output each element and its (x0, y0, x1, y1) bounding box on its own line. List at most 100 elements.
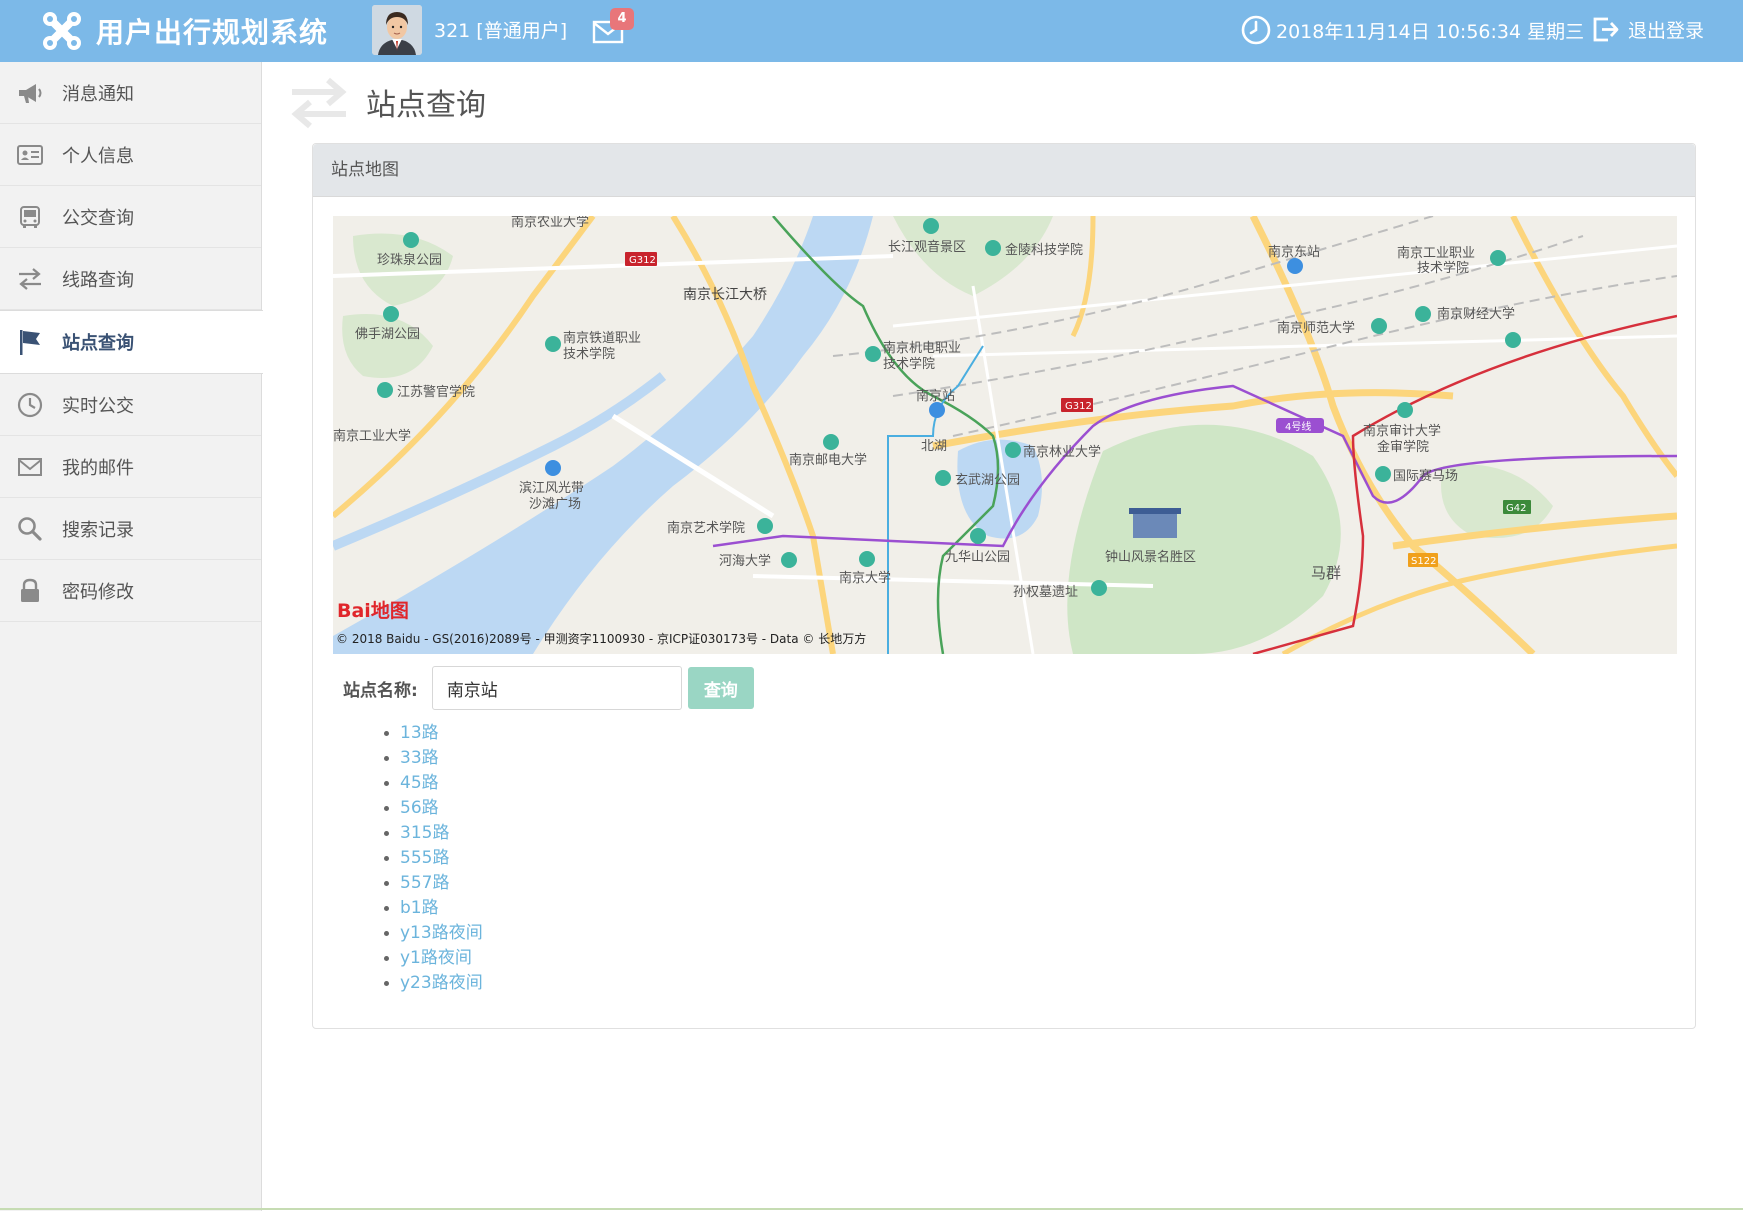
exchange-icon (291, 77, 347, 129)
clock-icon (1241, 15, 1271, 45)
sidebar-item-label: 个人信息 (62, 145, 134, 167)
brand[interactable]: 用户出行规划系统 (40, 8, 328, 54)
svg-text:金陵科技学院: 金陵科技学院 (1005, 242, 1083, 258)
svg-text:南京邮电大学: 南京邮电大学 (789, 452, 867, 468)
svg-text:南京艺术学院: 南京艺术学院 (667, 520, 745, 536)
svg-text:南京工业职业: 南京工业职业 (1397, 245, 1475, 261)
sidebar-item-my-mail[interactable]: 我的邮件 (0, 436, 261, 498)
station-name-label: 站点名称: (343, 680, 418, 701)
current-datetime: 2018年11月14日 10:56:34 星期三 (1276, 21, 1585, 43)
station-panel: 站点地图 南京农业大学 长江观音景区 金陵科技学院 南京东站 南京工业职业 技术… (312, 143, 1696, 1029)
svg-text:南京师范大学: 南京师范大学 (1277, 320, 1355, 336)
logout-icon (1593, 17, 1619, 42)
svg-text:珍珠泉公园: 珍珠泉公园 (377, 252, 442, 268)
route-link[interactable]: 56路 (384, 796, 483, 821)
top-header: 用户出行规划系统 321 [普通用户] 4 2018年11月14日 10:56:… (0, 0, 1743, 62)
svg-text:南京农业大学: 南京农业大学 (511, 216, 589, 230)
route-link[interactable]: 33路 (384, 746, 483, 771)
map-copyright: © 2018 Baidu - GS(2016)2089号 - 甲测资字11009… (336, 632, 867, 646)
svg-text:南京工业大学: 南京工业大学 (333, 428, 411, 444)
query-button[interactable]: 查询 (687, 667, 754, 709)
svg-text:南京机电职业: 南京机电职业 (883, 340, 961, 356)
exchange-icon (19, 267, 41, 290)
logout-label: 退出登录 (1628, 19, 1705, 42)
sidebar-item-label: 我的邮件 (62, 457, 134, 479)
svg-text:南京站: 南京站 (916, 388, 955, 404)
mail-count-badge: 4 (610, 8, 634, 30)
route-link[interactable]: 13路 (384, 721, 483, 746)
user-avatar-icon (372, 5, 422, 55)
svg-text:S122: S122 (1411, 556, 1436, 567)
svg-text:沙滩广场: 沙滩广场 (529, 497, 581, 512)
sidebar-item-notifications[interactable]: 消息通知 (0, 62, 261, 124)
baidu-logo[interactable]: Bai地图 (337, 596, 409, 623)
route-link[interactable]: y1路夜间 (384, 946, 483, 971)
svg-text:G312: G312 (1065, 401, 1092, 412)
sidebar-item-station-query[interactable]: 站点查询 (0, 310, 263, 374)
route-link[interactable]: 557路 (384, 871, 483, 896)
sidebar-item-realtime-bus[interactable]: 实时公交 (0, 374, 261, 436)
sidebar-item-label: 搜索记录 (62, 519, 134, 541)
sidebar-item-label: 线路查询 (62, 269, 134, 291)
sidebar-item-label: 站点查询 (62, 333, 134, 354)
svg-text:长江观音景区: 长江观音景区 (888, 239, 966, 255)
svg-text:九华山公园: 九华山公园 (945, 550, 1010, 565)
app-logo-icon (43, 12, 81, 50)
svg-text:G42: G42 (1506, 503, 1526, 514)
svg-text:国际赛马场: 国际赛马场 (1393, 468, 1458, 484)
svg-text:玄武湖公园: 玄武湖公园 (955, 473, 1020, 488)
page-title: 站点查询 (366, 88, 486, 123)
sidebar-item-change-password[interactable]: 密码修改 (0, 560, 261, 622)
svg-text:技术学院: 技术学院 (883, 356, 935, 372)
app-title: 用户出行规划系统 (96, 16, 329, 49)
svg-text:北湖: 北湖 (921, 439, 947, 454)
panel-heading: 站点地图 (313, 144, 1695, 197)
station-name-input[interactable] (431, 666, 682, 710)
sidebar-item-label: 密码修改 (62, 581, 134, 603)
flag-icon (20, 330, 40, 355)
svg-text:佛手湖公园: 佛手湖公园 (355, 327, 420, 342)
map-canvas[interactable]: 南京农业大学 长江观音景区 金陵科技学院 南京东站 南京工业职业 技术学院 珍珠… (333, 216, 1677, 654)
route-link[interactable]: y23路夜间 (384, 971, 483, 996)
lock-icon (21, 578, 39, 602)
route-link[interactable]: 555路 (384, 846, 483, 871)
bottom-divider (0, 1208, 1743, 1210)
svg-text:南京大学: 南京大学 (839, 570, 891, 586)
sidebar-item-search-history[interactable]: 搜索记录 (0, 498, 261, 560)
sidebar-item-bus-query[interactable]: 公交查询 (0, 186, 261, 248)
sidebar-item-label: 实时公交 (62, 395, 134, 417)
svg-text:技术学院: 技术学院 (563, 346, 615, 362)
sidebar-item-route-query[interactable]: 线路查询 (0, 248, 261, 310)
megaphone-icon (19, 83, 42, 103)
route-list: 13路 33路 45路 56路 315路 555路 557路 b1路 y13路夜… (384, 721, 483, 996)
svg-text:钟山风景名胜区: 钟山风景名胜区 (1105, 549, 1196, 565)
logout-button[interactable]: 退出登录 (1590, 13, 1704, 45)
envelope-icon (18, 457, 42, 476)
svg-text:4号线: 4号线 (1285, 420, 1311, 433)
route-link[interactable]: y13路夜间 (384, 921, 483, 946)
svg-text:技术学院: 技术学院 (1417, 260, 1469, 276)
svg-text:南京林业大学: 南京林业大学 (1023, 444, 1101, 460)
id-card-icon (17, 144, 43, 165)
svg-text:马群: 马群 (1311, 564, 1341, 582)
svg-text:南京财经大学: 南京财经大学 (1437, 306, 1515, 322)
route-link[interactable]: b1路 (384, 896, 483, 921)
route-link[interactable]: 315路 (384, 821, 483, 846)
svg-text:江苏警官学院: 江苏警官学院 (397, 384, 475, 400)
svg-text:G312: G312 (629, 255, 656, 266)
svg-text:南京审计大学: 南京审计大学 (1363, 423, 1441, 439)
station-map[interactable]: 南京农业大学 长江观音景区 金陵科技学院 南京东站 南京工业职业 技术学院 珍珠… (333, 216, 1677, 654)
svg-text:河海大学: 河海大学 (719, 553, 771, 569)
sidebar-item-profile[interactable]: 个人信息 (0, 124, 261, 186)
svg-text:南京东站: 南京东站 (1268, 244, 1320, 260)
svg-text:南京长江大桥: 南京长江大桥 (683, 287, 767, 303)
avatar[interactable] (372, 5, 422, 55)
sidebar-item-label: 消息通知 (62, 83, 134, 105)
svg-text:金审学院: 金审学院 (1377, 439, 1429, 455)
sidebar-item-label: 公交查询 (62, 207, 134, 229)
svg-text:孙权墓遗址: 孙权墓遗址 (1013, 584, 1078, 600)
sidebar: 消息通知 个人信息 公交查询 线路查询 站点查询 实时公交 我的邮件 搜索记录 … (0, 62, 263, 1211)
user-info[interactable]: 321 [普通用户] (434, 16, 567, 43)
route-link[interactable]: 45路 (384, 771, 483, 796)
clock-icon (17, 392, 43, 417)
